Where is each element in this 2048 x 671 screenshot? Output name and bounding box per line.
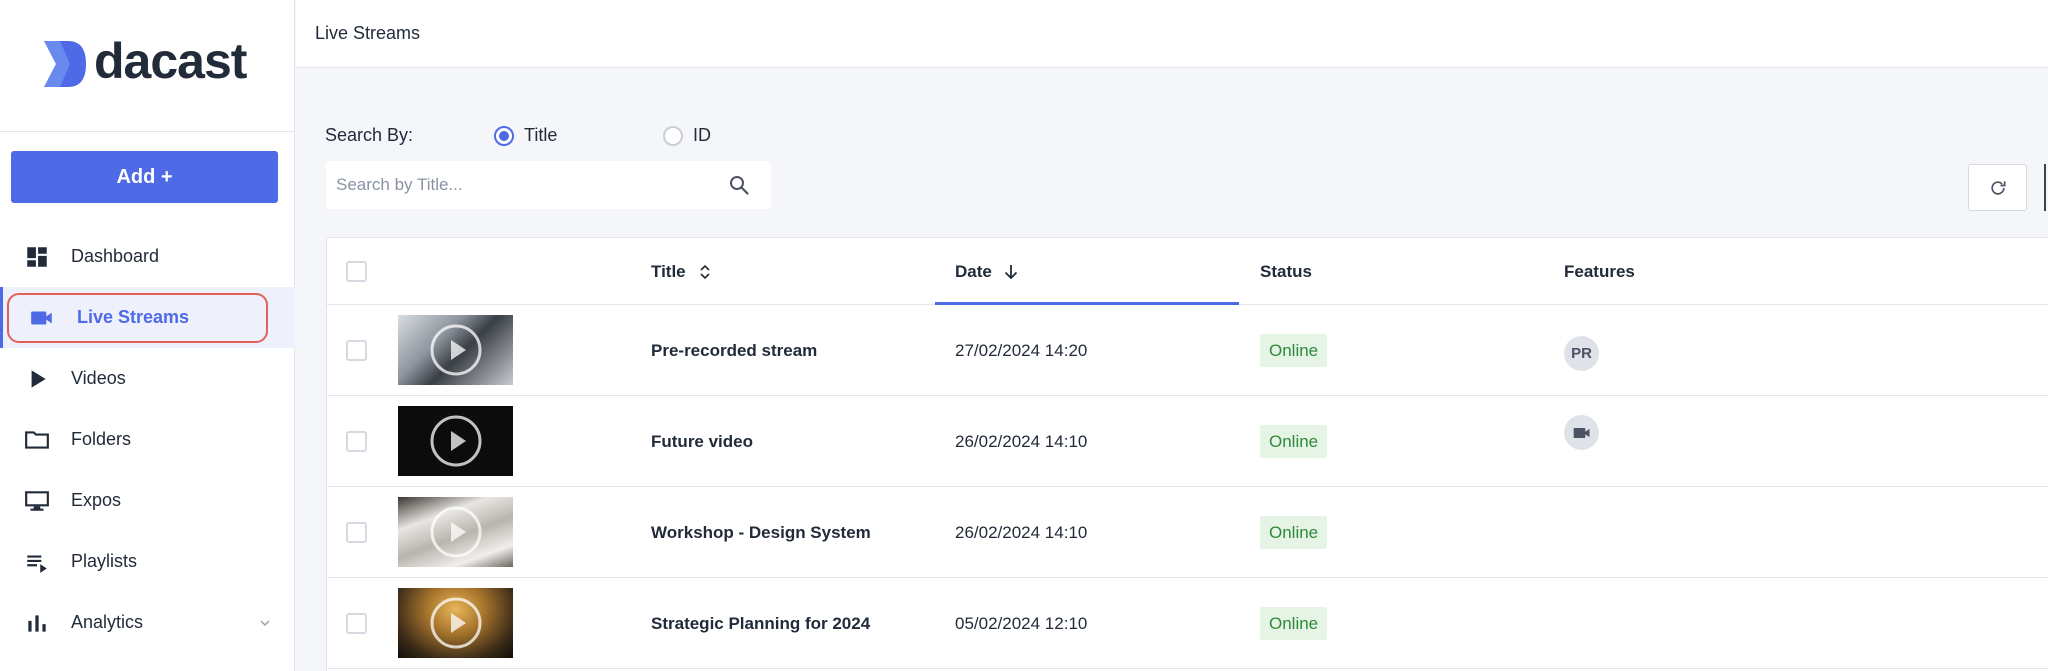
column-header-features: Features — [1564, 238, 1635, 305]
stream-title[interactable]: Strategic Planning for 2024 — [651, 578, 870, 669]
status-badge: Online — [1260, 334, 1328, 367]
row-checkbox[interactable] — [346, 522, 367, 543]
stream-date: 27/02/2024 14:20 — [955, 340, 1088, 360]
stream-title[interactable]: Pre-recorded stream — [651, 305, 817, 396]
dashboard-icon — [24, 244, 50, 270]
radio-dot[interactable] — [494, 125, 514, 146]
column-header-label: Title — [651, 261, 686, 281]
dacast-logo-icon — [44, 41, 86, 87]
feature-badge-pr: PR — [1564, 336, 1599, 371]
table-row[interactable]: Workshop - Design System 26/02/2024 14:1… — [327, 487, 2048, 578]
sidebar-item-label: Folders — [71, 429, 132, 449]
video-thumbnail[interactable] — [398, 588, 513, 658]
table-row[interactable]: Pre-recorded stream 27/02/2024 14:20 Onl… — [327, 305, 2048, 396]
video-thumbnail[interactable] — [398, 406, 513, 476]
column-header-date[interactable]: Date — [955, 238, 1020, 305]
play-circle-icon — [430, 324, 481, 376]
table-header: Title Date Status Features — [327, 238, 2048, 305]
sidebar-item-label: Videos — [71, 368, 126, 388]
status-badge: Online — [1260, 607, 1328, 640]
stream-date: 05/02/2024 12:10 — [955, 613, 1088, 633]
sort-unsorted-icon — [700, 264, 710, 279]
highlight-ring — [7, 293, 268, 343]
sidebar-item-videos[interactable]: Videos — [0, 348, 295, 409]
page-header: Live Streams — [296, 0, 2048, 68]
status-badge: Online — [1260, 425, 1328, 458]
play-circle-icon — [430, 506, 481, 558]
sidebar-item-label: Dashboard — [71, 246, 160, 266]
bar-chart-icon — [24, 610, 50, 636]
video-thumbnail[interactable] — [398, 497, 513, 567]
column-header-title[interactable]: Title — [651, 238, 714, 305]
app-root: dacast Add + Dashboard Live Streams Vide… — [0, 0, 2048, 671]
sidebar-nav: Dashboard Live Streams Videos Folders Ex… — [0, 226, 295, 653]
search-by-id-radio[interactable]: ID — [663, 125, 711, 146]
column-header-label: Date — [955, 261, 992, 281]
refresh-icon — [1990, 180, 2005, 195]
row-checkbox[interactable] — [346, 340, 367, 361]
videocam-icon — [1573, 427, 1589, 438]
row-checkbox[interactable] — [346, 431, 367, 452]
live-streams-table: Title Date Status Features Pre-recorded … — [326, 237, 2048, 671]
search-by-title-radio[interactable]: Title — [494, 125, 557, 146]
add-button[interactable]: Add + — [11, 151, 278, 203]
stream-title[interactable]: Workshop - Design System — [651, 487, 871, 578]
sidebar-item-playlists[interactable]: Playlists — [0, 531, 295, 592]
arrow-down-icon — [1004, 264, 1017, 279]
search-input[interactable] — [326, 161, 727, 209]
video-thumbnail[interactable] — [398, 315, 513, 385]
sidebar-item-label: Playlists — [71, 551, 138, 571]
sidebar-divider — [0, 131, 295, 132]
toolbar-edge — [2044, 164, 2046, 211]
brand-name: dacast — [94, 33, 247, 89]
chevron-down-icon[interactable] — [258, 616, 272, 630]
page-title: Live Streams — [315, 23, 421, 43]
radio-label: ID — [693, 125, 711, 145]
sidebar-item-analytics[interactable]: Analytics — [0, 592, 295, 653]
sidebar-item-label: Expos — [71, 490, 122, 510]
search-by-label: Search By: — [325, 125, 414, 145]
radio-dot[interactable] — [663, 125, 683, 146]
feature-badge-camera — [1564, 415, 1599, 450]
sidebar: dacast Add + Dashboard Live Streams Vide… — [0, 0, 295, 671]
column-header-label: Status — [1260, 261, 1312, 281]
stream-date: 26/02/2024 14:10 — [955, 431, 1088, 451]
stream-title[interactable]: Future video — [651, 396, 753, 487]
sidebar-item-expos[interactable]: Expos — [0, 470, 295, 531]
search-box — [326, 161, 771, 209]
status-badge: Online — [1260, 516, 1328, 549]
radio-label: Title — [524, 125, 558, 145]
table-row[interactable]: Future video 26/02/2024 14:10 Online — [327, 396, 2048, 487]
sidebar-item-dashboard[interactable]: Dashboard — [0, 226, 295, 287]
play-circle-icon — [430, 597, 481, 649]
sidebar-item-live-streams[interactable]: Live Streams — [0, 287, 295, 348]
play-circle-icon — [430, 415, 481, 467]
table-row[interactable]: Strategic Planning for 2024 05/02/2024 1… — [327, 578, 2048, 669]
playlist-icon — [24, 549, 50, 575]
select-all-checkbox[interactable] — [346, 261, 367, 282]
monitor-icon — [24, 488, 50, 514]
sidebar-item-label: Analytics — [71, 612, 144, 632]
sidebar-item-folders[interactable]: Folders — [0, 409, 295, 470]
column-header-status[interactable]: Status — [1260, 238, 1312, 305]
search-icon[interactable] — [727, 173, 751, 197]
row-checkbox[interactable] — [346, 613, 367, 634]
column-header-label: Features — [1564, 261, 1635, 281]
refresh-button[interactable] — [1968, 164, 2027, 211]
dacast-logo[interactable]: dacast — [40, 33, 247, 90]
play-icon — [24, 366, 50, 392]
stream-date: 26/02/2024 14:10 — [955, 522, 1088, 542]
folder-icon — [24, 427, 50, 453]
